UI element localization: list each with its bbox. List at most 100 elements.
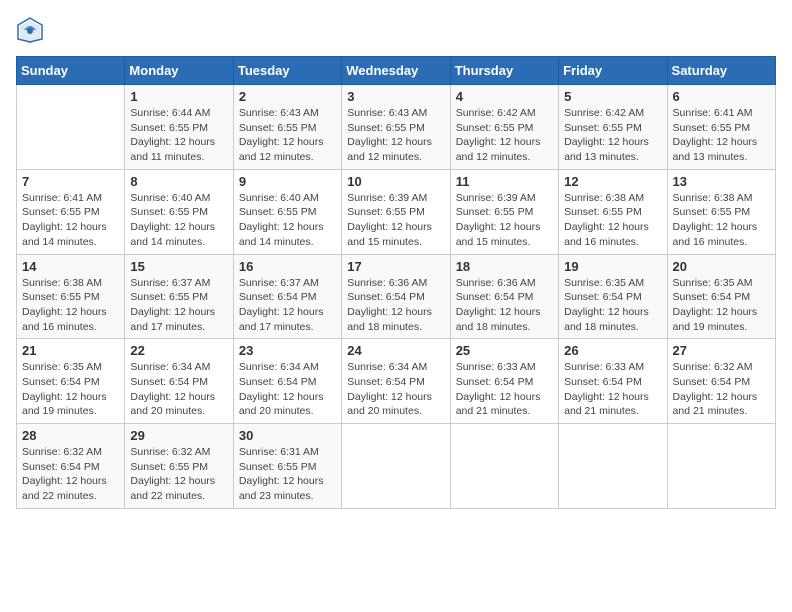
- weekday-header: Wednesday: [342, 57, 450, 85]
- calendar-week-row: 7 Sunrise: 6:41 AMSunset: 6:55 PMDaylight…: [17, 169, 776, 254]
- calendar-cell: 28Sunrise: 6:32 AMSunset: 6:54 PMDayligh…: [17, 424, 125, 509]
- day-number: 10: [347, 174, 444, 189]
- day-info: Sunrise: 6:38 AMSunset: 6:55 PMDaylight:…: [22, 276, 119, 335]
- day-number: 4: [456, 89, 553, 104]
- day-info: Sunrise: 6:41 AMSunset: 6:55 PMDaylight:…: [22, 191, 119, 250]
- day-number: 18: [456, 259, 553, 274]
- day-info: Sunrise: 6:42 AMSunset: 6:55 PMDaylight:…: [456, 106, 553, 165]
- page-header: [16, 16, 776, 44]
- logo: [16, 16, 48, 44]
- calendar-week-row: 1 Sunrise: 6:44 AMSunset: 6:55 PMDaylight…: [17, 85, 776, 170]
- day-info: Sunrise: 6:42 AMSunset: 6:55 PMDaylight:…: [564, 106, 661, 165]
- day-number: 3: [347, 89, 444, 104]
- calendar-week-row: 28Sunrise: 6:32 AMSunset: 6:54 PMDayligh…: [17, 424, 776, 509]
- calendar-cell: 9 Sunrise: 6:40 AMSunset: 6:55 PMDaylight…: [233, 169, 341, 254]
- calendar-cell: 25 Sunrise: 6:33 AMSunset: 6:54 PMDayligh…: [450, 339, 558, 424]
- calendar-cell: 2 Sunrise: 6:43 AMSunset: 6:55 PMDaylight…: [233, 85, 341, 170]
- calendar-cell: 24 Sunrise: 6:34 AMSunset: 6:54 PMDayligh…: [342, 339, 450, 424]
- calendar-cell: 11 Sunrise: 6:39 AMSunset: 6:55 PMDayligh…: [450, 169, 558, 254]
- calendar-cell: 15 Sunrise: 6:37 AMSunset: 6:55 PMDayligh…: [125, 254, 233, 339]
- day-number: 22: [130, 343, 227, 358]
- day-info: Sunrise: 6:31 AMSunset: 6:55 PMDaylight:…: [239, 445, 336, 504]
- day-number: 15: [130, 259, 227, 274]
- day-number: 20: [673, 259, 770, 274]
- day-number: 2: [239, 89, 336, 104]
- calendar-cell: 14 Sunrise: 6:38 AMSunset: 6:55 PMDayligh…: [17, 254, 125, 339]
- day-info: Sunrise: 6:41 AMSunset: 6:55 PMDaylight:…: [673, 106, 770, 165]
- day-info: Sunrise: 6:33 AMSunset: 6:54 PMDaylight:…: [456, 360, 553, 419]
- day-info: Sunrise: 6:40 AMSunset: 6:55 PMDaylight:…: [239, 191, 336, 250]
- day-number: 8: [130, 174, 227, 189]
- day-info: Sunrise: 6:38 AMSunset: 6:55 PMDaylight:…: [564, 191, 661, 250]
- calendar-cell: 27 Sunrise: 6:32 AMSunset: 6:54 PMDayligh…: [667, 339, 775, 424]
- day-number: 13: [673, 174, 770, 189]
- calendar-cell: 30Sunrise: 6:31 AMSunset: 6:55 PMDayligh…: [233, 424, 341, 509]
- day-number: 27: [673, 343, 770, 358]
- calendar-cell: 26Sunrise: 6:33 AMSunset: 6:54 PMDayligh…: [559, 339, 667, 424]
- day-number: 12: [564, 174, 661, 189]
- calendar-cell: [667, 424, 775, 509]
- day-info: Sunrise: 6:32 AMSunset: 6:55 PMDaylight:…: [130, 445, 227, 504]
- calendar-cell: 18 Sunrise: 6:36 AMSunset: 6:54 PMDayligh…: [450, 254, 558, 339]
- day-number: 14: [22, 259, 119, 274]
- day-number: 7: [22, 174, 119, 189]
- day-number: 6: [673, 89, 770, 104]
- calendar-cell: 16 Sunrise: 6:37 AMSunset: 6:54 PMDayligh…: [233, 254, 341, 339]
- day-number: 21: [22, 343, 119, 358]
- day-number: 1: [130, 89, 227, 104]
- calendar-cell: 20 Sunrise: 6:35 AMSunset: 6:54 PMDayligh…: [667, 254, 775, 339]
- calendar-cell: 6 Sunrise: 6:41 AMSunset: 6:55 PMDaylight…: [667, 85, 775, 170]
- calendar-week-row: 14 Sunrise: 6:38 AMSunset: 6:55 PMDayligh…: [17, 254, 776, 339]
- day-info: Sunrise: 6:33 AMSunset: 6:54 PMDaylight:…: [564, 360, 661, 419]
- calendar-table: SundayMondayTuesdayWednesdayThursdayFrid…: [16, 56, 776, 509]
- calendar-cell: 21 Sunrise: 6:35 AMSunset: 6:54 PMDayligh…: [17, 339, 125, 424]
- calendar-cell: 5 Sunrise: 6:42 AMSunset: 6:55 PMDaylight…: [559, 85, 667, 170]
- day-number: 28: [22, 428, 119, 443]
- day-info: Sunrise: 6:37 AMSunset: 6:55 PMDaylight:…: [130, 276, 227, 335]
- calendar-cell: 7 Sunrise: 6:41 AMSunset: 6:55 PMDaylight…: [17, 169, 125, 254]
- day-number: 11: [456, 174, 553, 189]
- calendar-cell: [559, 424, 667, 509]
- day-info: Sunrise: 6:37 AMSunset: 6:54 PMDaylight:…: [239, 276, 336, 335]
- day-number: 5: [564, 89, 661, 104]
- day-number: 19: [564, 259, 661, 274]
- day-info: Sunrise: 6:40 AMSunset: 6:55 PMDaylight:…: [130, 191, 227, 250]
- day-info: Sunrise: 6:32 AMSunset: 6:54 PMDaylight:…: [673, 360, 770, 419]
- calendar-cell: 10 Sunrise: 6:39 AMSunset: 6:55 PMDayligh…: [342, 169, 450, 254]
- calendar-cell: 1 Sunrise: 6:44 AMSunset: 6:55 PMDaylight…: [125, 85, 233, 170]
- day-number: 29: [130, 428, 227, 443]
- day-number: 17: [347, 259, 444, 274]
- weekday-header: Monday: [125, 57, 233, 85]
- day-info: Sunrise: 6:44 AMSunset: 6:55 PMDaylight:…: [130, 106, 227, 165]
- day-number: 9: [239, 174, 336, 189]
- day-info: Sunrise: 6:36 AMSunset: 6:54 PMDaylight:…: [347, 276, 444, 335]
- weekday-header: Thursday: [450, 57, 558, 85]
- day-info: Sunrise: 6:36 AMSunset: 6:54 PMDaylight:…: [456, 276, 553, 335]
- logo-icon: [16, 16, 44, 44]
- day-number: 25: [456, 343, 553, 358]
- day-info: Sunrise: 6:38 AMSunset: 6:55 PMDaylight:…: [673, 191, 770, 250]
- calendar-cell: 8 Sunrise: 6:40 AMSunset: 6:55 PMDaylight…: [125, 169, 233, 254]
- day-info: Sunrise: 6:35 AMSunset: 6:54 PMDaylight:…: [22, 360, 119, 419]
- weekday-header: Saturday: [667, 57, 775, 85]
- calendar-cell: 17 Sunrise: 6:36 AMSunset: 6:54 PMDayligh…: [342, 254, 450, 339]
- weekday-header: Tuesday: [233, 57, 341, 85]
- calendar-cell: 12 Sunrise: 6:38 AMSunset: 6:55 PMDayligh…: [559, 169, 667, 254]
- calendar-cell: 4 Sunrise: 6:42 AMSunset: 6:55 PMDaylight…: [450, 85, 558, 170]
- day-number: 23: [239, 343, 336, 358]
- day-info: Sunrise: 6:35 AMSunset: 6:54 PMDaylight:…: [673, 276, 770, 335]
- calendar-week-row: 21 Sunrise: 6:35 AMSunset: 6:54 PMDayligh…: [17, 339, 776, 424]
- day-info: Sunrise: 6:39 AMSunset: 6:55 PMDaylight:…: [347, 191, 444, 250]
- day-info: Sunrise: 6:35 AMSunset: 6:54 PMDaylight:…: [564, 276, 661, 335]
- day-info: Sunrise: 6:34 AMSunset: 6:54 PMDaylight:…: [347, 360, 444, 419]
- calendar-header-row: SundayMondayTuesdayWednesdayThursdayFrid…: [17, 57, 776, 85]
- calendar-cell: 19 Sunrise: 6:35 AMSunset: 6:54 PMDayligh…: [559, 254, 667, 339]
- day-number: 16: [239, 259, 336, 274]
- day-info: Sunrise: 6:34 AMSunset: 6:54 PMDaylight:…: [130, 360, 227, 419]
- day-info: Sunrise: 6:39 AMSunset: 6:55 PMDaylight:…: [456, 191, 553, 250]
- day-info: Sunrise: 6:43 AMSunset: 6:55 PMDaylight:…: [239, 106, 336, 165]
- calendar-cell: 22 Sunrise: 6:34 AMSunset: 6:54 PMDayligh…: [125, 339, 233, 424]
- calendar-cell: 3Sunrise: 6:43 AMSunset: 6:55 PMDaylight…: [342, 85, 450, 170]
- day-info: Sunrise: 6:34 AMSunset: 6:54 PMDaylight:…: [239, 360, 336, 419]
- day-number: 24: [347, 343, 444, 358]
